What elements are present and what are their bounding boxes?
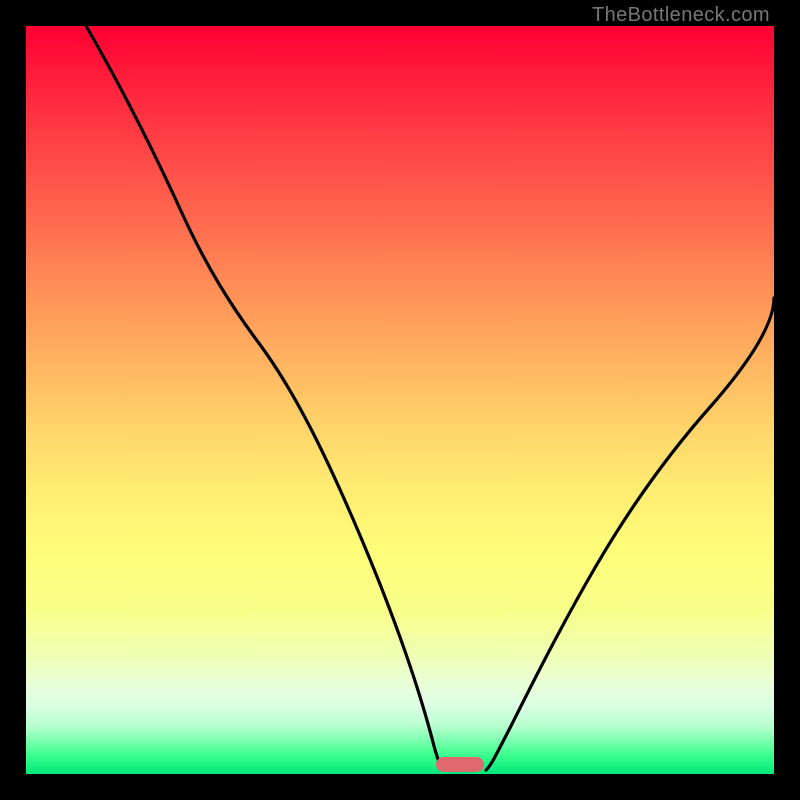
watermark-text: TheBottleneck.com	[592, 4, 770, 27]
optimal-zone-marker	[436, 757, 484, 772]
chart-plot-area	[26, 26, 774, 774]
curve-right	[486, 298, 774, 770]
curve-left	[86, 26, 444, 770]
curve-svg	[26, 26, 774, 774]
